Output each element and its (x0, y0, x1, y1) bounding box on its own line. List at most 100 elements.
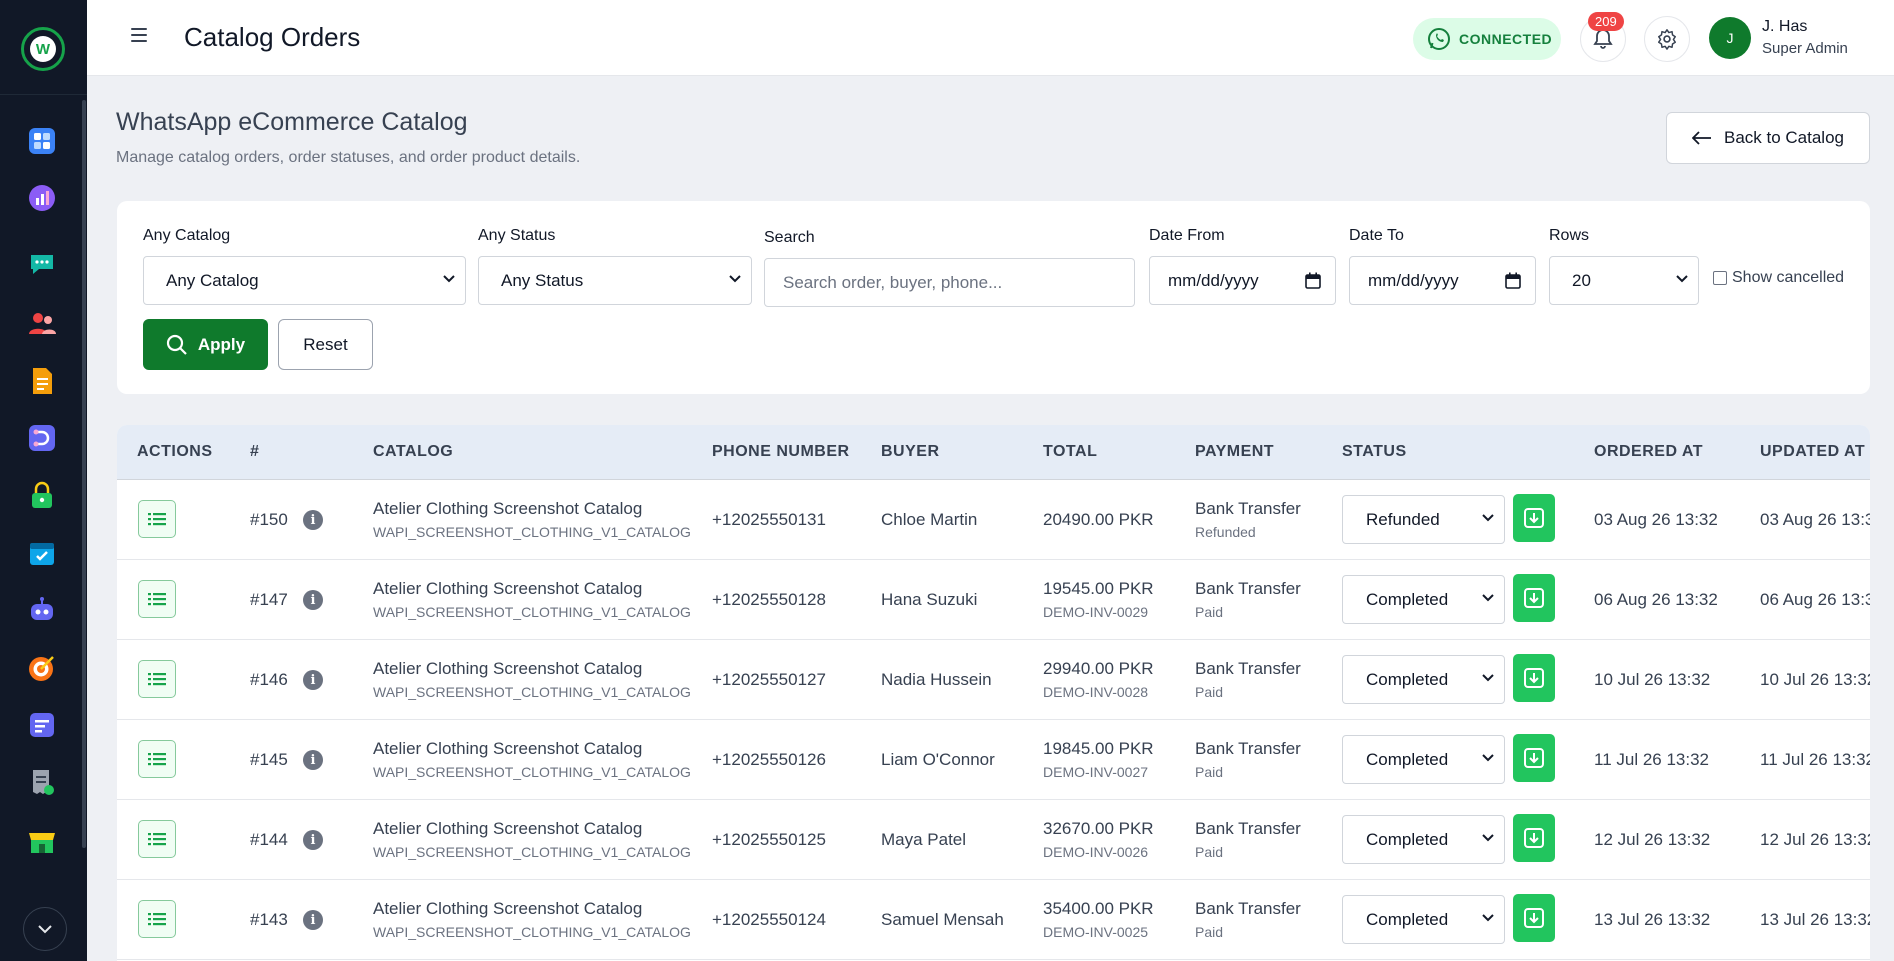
chevron-down-icon (729, 275, 741, 283)
order-details-button[interactable] (138, 740, 176, 778)
catalog-name: Atelier Clothing Screenshot Catalog (373, 659, 643, 678)
status-select[interactable]: Any Status (478, 256, 752, 305)
user-role: Super Admin (1762, 40, 1848, 57)
order-status-value: Completed (1366, 910, 1449, 929)
sidebar-item-forms[interactable] (26, 709, 58, 741)
date-from-input[interactable]: mm/dd/yyyy (1149, 256, 1336, 305)
date-to-input[interactable]: mm/dd/yyyy (1349, 256, 1536, 305)
order-status-select[interactable]: Completed (1342, 575, 1505, 624)
rows-select[interactable]: 20 (1549, 256, 1699, 305)
gear-icon (1658, 29, 1676, 50)
chevron-down-icon (38, 925, 52, 934)
ordered-at: 12 Jul 26 13:32 (1594, 830, 1711, 849)
column-header-updated-at: UPDATED AT (1760, 443, 1866, 460)
connection-status-text: CONNECTED (1459, 31, 1553, 47)
calendar-icon[interactable] (1305, 272, 1321, 289)
order-status-value: Completed (1366, 590, 1449, 609)
phone-number: +12025550127 (712, 670, 826, 689)
order-status-select[interactable]: Completed (1342, 655, 1505, 704)
lock-icon (32, 481, 52, 508)
order-total: 29940.00 PKR (1043, 659, 1154, 678)
order-id: #145 (250, 750, 288, 769)
sidebar-item-campaigns[interactable] (26, 652, 58, 684)
show-cancelled-toggle[interactable]: Show cancelled (1713, 269, 1844, 287)
sidebar-item-bots[interactable] (26, 594, 58, 626)
sidebar-scrollbar[interactable] (82, 100, 86, 848)
download-invoice-button[interactable] (1513, 814, 1555, 862)
invoice-number: DEMO-INV-0025 (1043, 924, 1149, 940)
sidebar: W (0, 0, 87, 961)
download-invoice-button[interactable] (1513, 494, 1555, 542)
order-status-select[interactable]: Completed (1342, 895, 1505, 944)
order-id: #143 (250, 910, 288, 929)
search-input[interactable] (764, 258, 1135, 307)
arrow-left-icon (1691, 131, 1711, 145)
order-details-button[interactable] (138, 580, 176, 618)
payment-status: Paid (1195, 764, 1224, 780)
sidebar-item-contacts[interactable] (26, 307, 58, 339)
apply-label: Apply (197, 334, 246, 354)
date-to-value: mm/dd/yyyy (1368, 270, 1459, 290)
ordered-at: 06 Aug 26 13:32 (1594, 590, 1718, 609)
buyer-name: Nadia Hussein (881, 670, 992, 689)
download-invoice-button[interactable] (1513, 894, 1555, 942)
settings-button[interactable] (1644, 16, 1690, 62)
status-filter-label: Any Status (478, 227, 556, 244)
order-details-button[interactable] (138, 900, 176, 938)
dashboard-icon (29, 128, 55, 154)
order-status-select[interactable]: Refunded (1342, 495, 1505, 544)
download-invoice-button[interactable] (1513, 654, 1555, 702)
reset-button[interactable]: Reset (278, 319, 373, 370)
menu-toggle-icon[interactable] (131, 28, 147, 42)
order-status-value: Refunded (1366, 510, 1440, 529)
chevron-down-icon (1676, 275, 1688, 283)
avatar[interactable]: J (1709, 17, 1751, 59)
info-icon[interactable]: i (303, 910, 323, 930)
sidebar-item-invoices[interactable] (26, 767, 58, 799)
chevron-down-icon (1482, 594, 1494, 602)
list-icon (148, 753, 166, 766)
info-icon[interactable]: i (303, 750, 323, 770)
payment-method: Bank Transfer (1195, 499, 1301, 518)
table-row: #143 i Atelier Clothing Screenshot Catal… (117, 880, 1870, 960)
sidebar-item-calendar[interactable] (26, 537, 58, 569)
sidebar-item-store[interactable] (26, 825, 58, 857)
whatsapp-icon (1428, 28, 1450, 50)
invoice-number: DEMO-INV-0029 (1043, 604, 1149, 620)
show-cancelled-checkbox[interactable] (1713, 271, 1727, 285)
sidebar-item-security[interactable] (26, 479, 58, 511)
order-status-select[interactable]: Completed (1342, 815, 1505, 864)
sidebar-item-flows[interactable] (26, 422, 58, 454)
buyer-name: Chloe Martin (881, 510, 978, 529)
payment-status: Paid (1195, 844, 1224, 860)
info-icon[interactable]: i (303, 670, 323, 690)
order-details-button[interactable] (138, 660, 176, 698)
catalog-code: WAPI_SCREENSHOT_CLOTHING_V1_CATALOG (373, 844, 691, 860)
download-invoice-button[interactable] (1513, 734, 1555, 782)
order-total: 20490.00 PKR (1043, 510, 1154, 529)
calendar-icon[interactable] (1505, 272, 1521, 289)
sidebar-item-analytics[interactable] (26, 182, 58, 214)
buyer-name: Samuel Mensah (881, 910, 1004, 929)
download-invoice-button[interactable] (1513, 574, 1555, 622)
sidebar-item-chat[interactable] (26, 248, 58, 280)
info-icon[interactable]: i (303, 830, 323, 850)
order-status-value: Completed (1366, 750, 1449, 769)
ordered-at: 10 Jul 26 13:32 (1594, 670, 1711, 689)
apply-button[interactable]: Apply (143, 319, 268, 370)
sidebar-item-dashboard[interactable] (26, 125, 58, 157)
back-to-catalog-button[interactable]: Back to Catalog (1666, 112, 1870, 164)
table-row: #145 i Atelier Clothing Screenshot Catal… (117, 720, 1870, 800)
app-logo[interactable]: W (21, 27, 65, 71)
sidebar-expand-button[interactable] (23, 907, 67, 951)
info-icon[interactable]: i (303, 590, 323, 610)
order-details-button[interactable] (138, 820, 176, 858)
orders-table: ACTIONS # CATALOG PHONE NUMBER BUYER TOT… (117, 425, 1870, 961)
phone-number: +12025550128 (712, 590, 826, 609)
info-icon[interactable]: i (303, 510, 323, 530)
buyer-name: Liam O'Connor (881, 750, 995, 769)
order-details-button[interactable] (138, 500, 176, 538)
sidebar-item-documents[interactable] (26, 365, 58, 397)
order-status-select[interactable]: Completed (1342, 735, 1505, 784)
catalog-select[interactable]: Any Catalog (143, 256, 466, 305)
